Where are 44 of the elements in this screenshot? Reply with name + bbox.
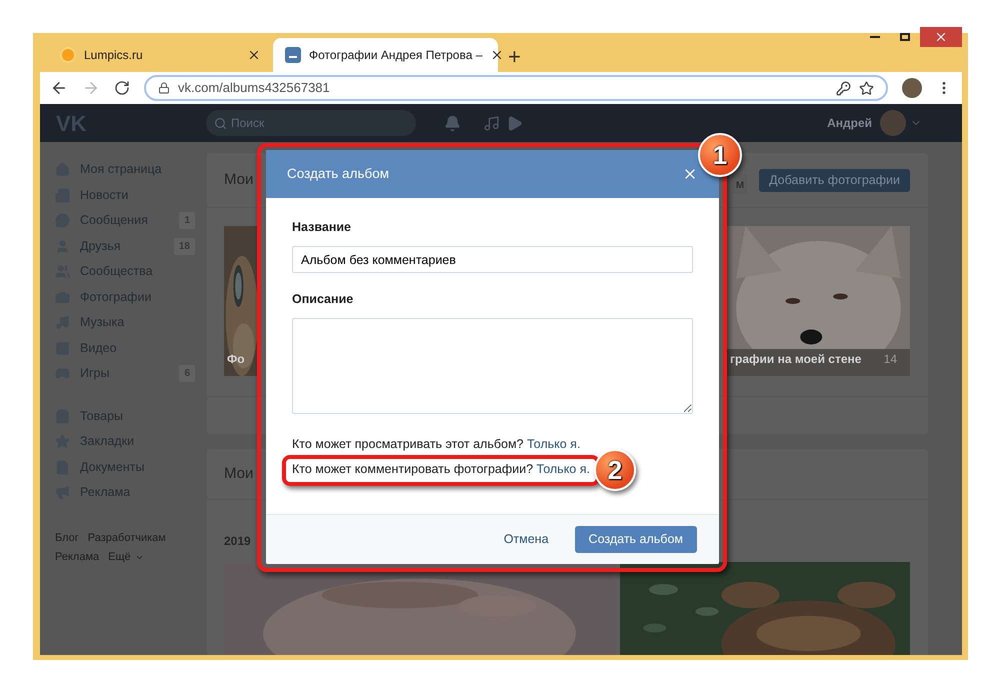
- citrus-icon: [60, 47, 76, 63]
- tab-title: Фотографии Андрея Петрова –: [309, 47, 482, 64]
- close-icon[interactable]: [247, 48, 261, 62]
- privacy-link[interactable]: Только я.: [536, 462, 590, 476]
- album-cover[interactable]: Фо: [224, 226, 260, 376]
- add-photos-button[interactable]: Добавить фотографии: [759, 168, 910, 192]
- album-caption: графии на моей стене: [730, 351, 862, 368]
- cancel-button[interactable]: Отмена: [504, 530, 549, 549]
- field-label: Описание: [292, 291, 354, 307]
- new-tab-button[interactable]: +: [508, 46, 521, 68]
- footer-link[interactable]: Ещё: [108, 549, 144, 566]
- close-button[interactable]: [920, 27, 962, 47]
- name-field[interactable]: Альбом без комментариев: [292, 246, 693, 273]
- search-placeholder: Поиск: [231, 115, 264, 132]
- card-title: Мои: [224, 464, 254, 484]
- lock-icon: [158, 82, 170, 94]
- close-icon: [934, 30, 948, 44]
- tab-title: Lumpics.ru: [84, 47, 144, 64]
- field-label: Название: [292, 219, 352, 235]
- avatar-icon[interactable]: [902, 78, 922, 98]
- footer-link[interactable]: Блог: [55, 530, 79, 546]
- album-count: 14: [884, 351, 897, 368]
- user-name[interactable]: Андрей: [827, 114, 872, 132]
- url-text: vk.com/albums432567381: [178, 79, 331, 98]
- back-icon[interactable]: [50, 79, 68, 97]
- privacy-text: Кто может комментировать фотографии? Только я.: [292, 461, 590, 478]
- star-icon[interactable]: [859, 80, 874, 96]
- privacy-text: Кто может просматривать этот альбом? Только я.: [292, 436, 580, 453]
- privacy-link[interactable]: Только я.: [527, 437, 580, 451]
- key-icon[interactable]: [836, 80, 851, 96]
- search-icon: [214, 116, 227, 130]
- browser-tab[interactable]: Lumpics.ru: [48, 38, 273, 72]
- reload-icon[interactable]: [114, 80, 130, 96]
- dialog-title: Создать альбом: [287, 164, 389, 183]
- footer-link[interactable]: Реклама: [55, 549, 100, 566]
- card-title: Мои: [224, 170, 254, 190]
- address-field[interactable]: vk.com/albums432567381: [144, 75, 888, 101]
- album-cover[interactable]: графии на моей стене 14: [727, 226, 910, 376]
- album-caption: Фо: [227, 351, 245, 368]
- create-album-button[interactable]: Создать альбом: [574, 526, 697, 553]
- description-field[interactable]: [292, 318, 693, 414]
- date-label: 2019: [224, 533, 251, 550]
- search-field[interactable]: Поиск: [206, 110, 416, 136]
- footer-link[interactable]: Разработчикам: [88, 530, 166, 546]
